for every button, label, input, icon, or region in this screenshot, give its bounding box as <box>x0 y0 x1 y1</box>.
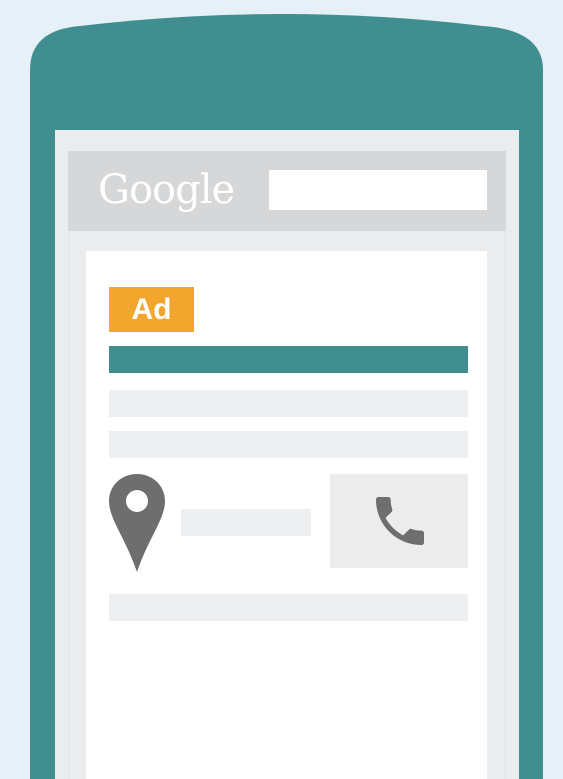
google-logo: Google <box>98 167 235 213</box>
ad-text-line <box>109 431 468 458</box>
location-address[interactable] <box>181 509 311 536</box>
ad-badge: Ad <box>109 287 194 332</box>
ad-extension-line <box>109 594 468 621</box>
phone-icon <box>376 497 424 545</box>
ad-text-line <box>109 390 468 417</box>
call-button[interactable] <box>330 474 468 568</box>
ad-headline-link[interactable] <box>109 346 468 373</box>
search-input[interactable] <box>269 170 487 210</box>
map-pin-icon[interactable] <box>108 473 166 573</box>
ad-illustration: Google Ad <box>0 0 563 779</box>
